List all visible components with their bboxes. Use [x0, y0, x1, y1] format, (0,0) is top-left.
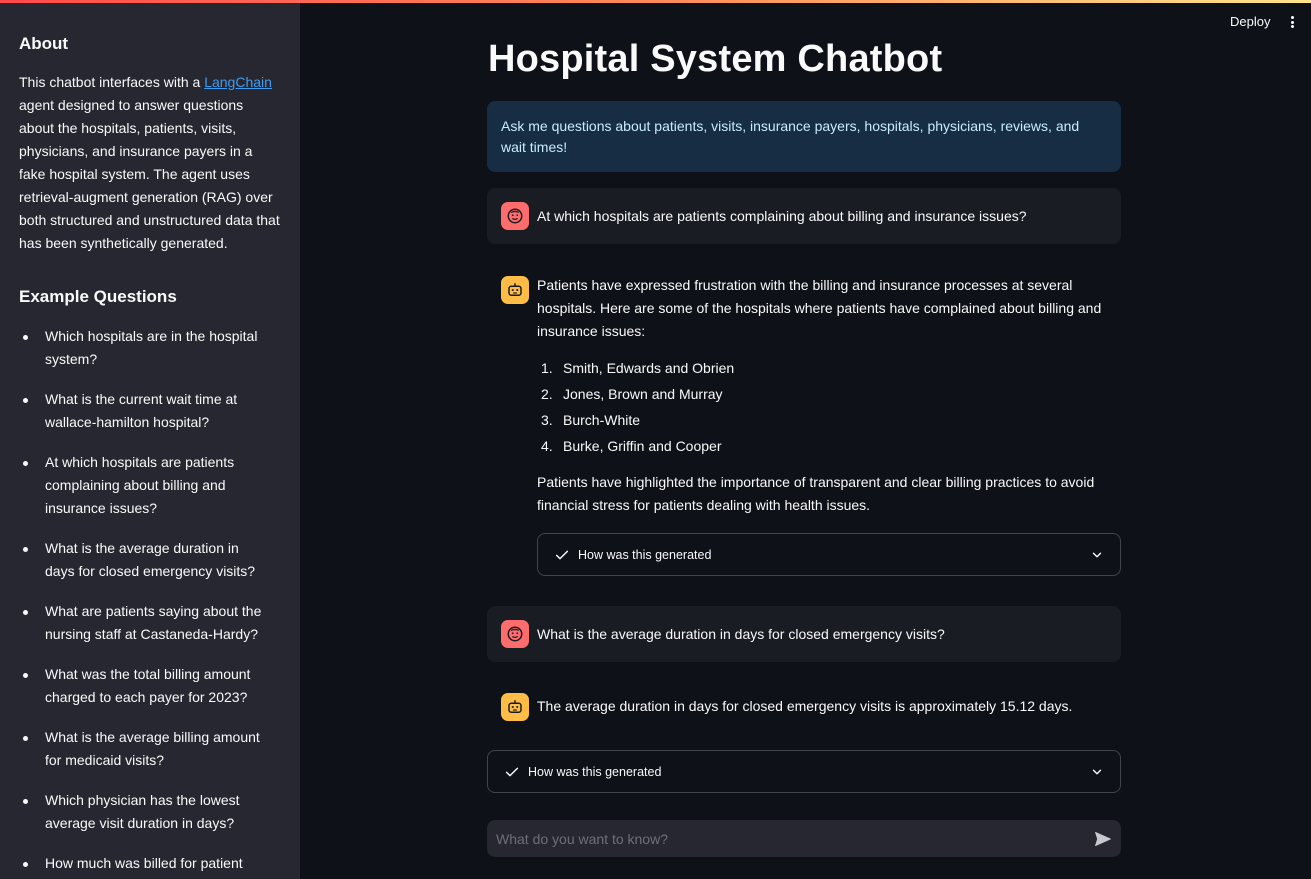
- chat-input[interactable]: [487, 820, 1077, 857]
- user-avatar-icon: [501, 620, 529, 648]
- assistant-avatar-icon: [501, 276, 529, 304]
- example-question: At which hospitals are patients complain…: [19, 451, 264, 520]
- example-question: Which hospitals are in the hospital syst…: [19, 325, 264, 371]
- assistant-avatar-icon: [501, 693, 529, 721]
- top-decoration-bar: [0, 0, 1311, 3]
- chat-message-user: What is the average duration in days for…: [487, 606, 1121, 662]
- sidebar: About This chatbot interfaces with a Lan…: [0, 0, 300, 879]
- user-avatar-icon: [501, 202, 529, 230]
- how-generated-expander[interactable]: How was this generated: [487, 750, 1121, 793]
- face-icon: [507, 208, 523, 224]
- face-icon: [507, 626, 523, 642]
- message-text: The average duration in days for closed …: [537, 698, 1073, 714]
- example-question: How much was billed for patient 789's: [19, 852, 264, 879]
- expander-label: How was this generated: [528, 764, 662, 779]
- example-questions-heading: Example Questions: [19, 287, 177, 306]
- about-heading: About: [19, 34, 69, 53]
- message-text: At which hospitals are patients complain…: [537, 208, 1027, 224]
- list-item: 1. Smith, Edwards and Obrien: [541, 360, 735, 376]
- chevron-down-icon: [1092, 769, 1102, 775]
- message-text: What is the average duration in days for…: [537, 626, 945, 642]
- page-title: Hospital System Chatbot: [488, 38, 943, 80]
- robot-icon: [508, 700, 522, 713]
- check-icon: [555, 550, 569, 559]
- check-icon: [505, 767, 519, 776]
- how-generated-expander[interactable]: How was this generated: [537, 533, 1121, 576]
- chevron-down-icon: [1092, 552, 1102, 558]
- chat-input-container: [487, 820, 1121, 857]
- example-question: What are patients saying about the nursi…: [19, 600, 264, 646]
- list-item: 3. Burch-White: [541, 412, 641, 428]
- list-item: 4. Burke, Griffin and Cooper: [541, 438, 722, 454]
- example-question: What is the average billing amount for m…: [19, 726, 264, 772]
- example-questions-list: Which hospitals are in the hospital syst…: [19, 325, 280, 879]
- send-icon[interactable]: [1093, 829, 1113, 849]
- kebab-menu-icon[interactable]: [1285, 13, 1299, 31]
- example-question: What is the average duration in days for…: [19, 537, 264, 583]
- about-text-suffix: agent designed to answer questions about…: [19, 97, 280, 251]
- message-outro: Patients have highlighted the importance…: [537, 474, 1095, 513]
- langchain-link[interactable]: LangChain: [204, 74, 272, 90]
- message-body: Patients have expressed frustration with…: [537, 274, 1117, 517]
- example-question: What was the total billing amount charge…: [19, 663, 264, 709]
- about-text: This chatbot interfaces with a LangChain…: [19, 71, 280, 255]
- chat-message-assistant: The average duration in days for closed …: [487, 678, 1121, 734]
- chat-message-assistant: Patients have expressed frustration with…: [487, 260, 1121, 590]
- chat-message-user: At which hospitals are patients complain…: [487, 188, 1121, 244]
- robot-icon: [508, 283, 522, 296]
- list-item: 2. Jones, Brown and Murray: [541, 386, 723, 402]
- expander-label: How was this generated: [578, 547, 712, 562]
- info-banner: Ask me questions about patients, visits,…: [487, 101, 1121, 172]
- about-text-prefix: This chatbot interfaces with a: [19, 74, 205, 90]
- hospital-list: 1. Smith, Edwards and Obrien 2. Jones, Bro…: [537, 355, 1117, 459]
- example-question: What is the current wait time at wallace…: [19, 388, 264, 434]
- example-question: Which physician has the lowest average v…: [19, 789, 264, 835]
- message-intro: Patients have expressed frustration with…: [537, 277, 1102, 339]
- deploy-button[interactable]: Deploy: [1222, 12, 1278, 31]
